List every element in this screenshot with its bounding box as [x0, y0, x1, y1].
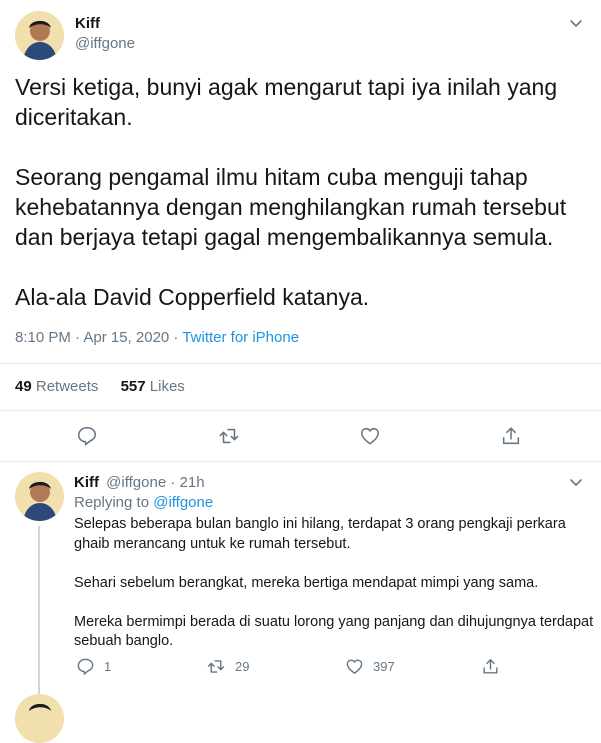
- retweets-stat[interactable]: 49 Retweets: [15, 378, 98, 395]
- replying-to-label: Replying to: [74, 494, 154, 511]
- reply-retweet-count: 29: [235, 659, 250, 674]
- reply-author-handle[interactable]: @iffgone: [106, 474, 166, 491]
- author-handle[interactable]: @iffgone: [75, 35, 135, 52]
- author-name[interactable]: Kiff: [75, 15, 100, 32]
- tweet-source[interactable]: Twitter for iPhone: [182, 329, 299, 346]
- like-icon: [346, 659, 363, 674]
- reply-share-button[interactable]: [481, 657, 500, 676]
- reply-count: 1: [104, 659, 112, 674]
- replying-to-handle[interactable]: @iffgone: [153, 494, 213, 511]
- reply-icon: [77, 658, 94, 675]
- like-icon[interactable]: [359, 425, 381, 447]
- reply-like-count: 397: [373, 659, 395, 674]
- divider: [0, 363, 601, 364]
- reply-header: Kiff @iffgone · 21h: [74, 474, 205, 491]
- reply-like-button[interactable]: 397: [345, 657, 395, 676]
- share-icon: [483, 659, 498, 674]
- replying-to: Replying to @iffgone: [74, 494, 213, 511]
- reply-age[interactable]: · 21h: [170, 474, 204, 491]
- reply-retweet-button[interactable]: 29: [206, 657, 249, 676]
- likes-label: Likes: [149, 378, 185, 395]
- reply-reply-button[interactable]: 1: [76, 657, 111, 676]
- retweets-label: Retweets: [35, 378, 99, 395]
- retweet-icon: [207, 660, 225, 673]
- chevron-down-icon[interactable]: [568, 15, 584, 31]
- retweet-icon[interactable]: [218, 425, 240, 447]
- retweets-count: 49: [15, 378, 32, 395]
- next-reply-avatar[interactable]: [15, 694, 64, 743]
- reply-icon[interactable]: [76, 425, 98, 447]
- tweet-text: Versi ketiga, bunyi agak mengarut tapi i…: [15, 74, 567, 310]
- tweet-meta: 8:10 PM · Apr 15, 2020 · Twitter for iPh…: [15, 329, 299, 346]
- reply-text: Selepas beberapa bulan banglo ini hilang…: [74, 516, 594, 649]
- chevron-down-icon[interactable]: [568, 474, 584, 490]
- divider: [0, 410, 601, 411]
- divider: [0, 461, 601, 462]
- tweet-stats: 49 Retweets 557 Likes: [15, 378, 185, 395]
- author-avatar[interactable]: [15, 11, 64, 60]
- share-icon[interactable]: [500, 425, 522, 447]
- reply-author-name[interactable]: Kiff: [74, 474, 99, 491]
- reply-author-avatar[interactable]: [15, 472, 64, 521]
- thread-line: [38, 526, 40, 696]
- likes-stat[interactable]: 557 Likes: [121, 378, 185, 395]
- tweet-timestamp[interactable]: 8:10 PM · Apr 15, 2020 ·: [15, 329, 182, 346]
- likes-count: 557: [120, 378, 146, 395]
